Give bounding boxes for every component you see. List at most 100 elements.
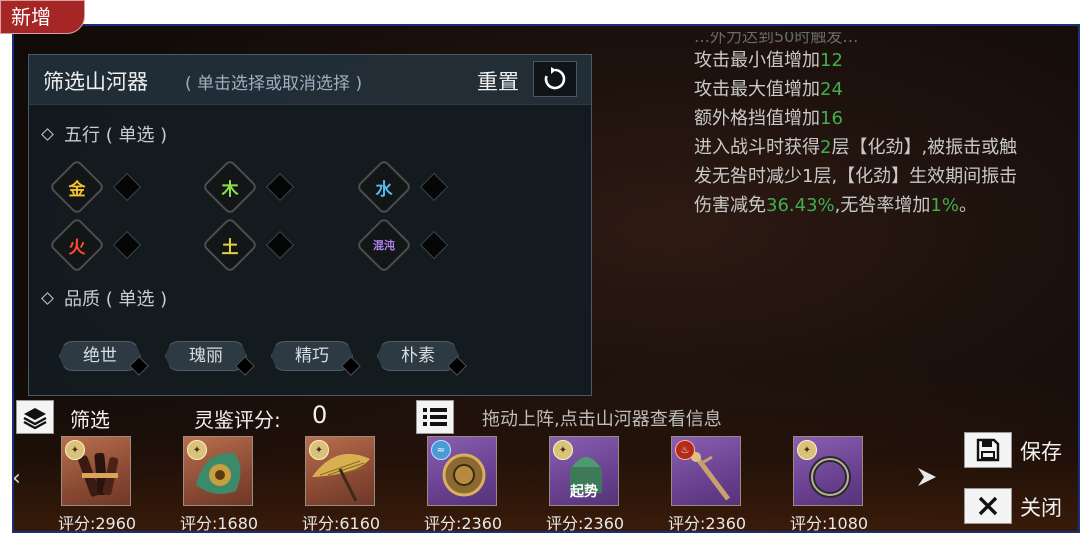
description-text: 发无咎时减少1层,【化劲】生效期间振击: [694, 166, 1018, 187]
description-cut-line: …外力达到50时触发…: [694, 32, 859, 46]
element-metal[interactable]: 金: [48, 158, 106, 216]
element-glyph: 木: [221, 179, 239, 200]
artifact-score: 评分:2360: [423, 514, 503, 533]
element-checkbox[interactable]: [112, 230, 142, 260]
description-value: 36.43%: [766, 195, 835, 216]
element-checkbox[interactable]: [265, 172, 295, 202]
filter-panel-header: 筛选山河器 ( 单击选择或取消选择 ) 重置: [29, 55, 591, 105]
artifact-item[interactable]: ♨ 评分:2360: [668, 436, 746, 531]
quality-section: 品质 ( 单选 ): [39, 285, 167, 311]
description-line: 伤害减免36.43%,无咎率增加1%。: [694, 191, 1078, 220]
reset-label[interactable]: 重置: [477, 66, 519, 96]
artifact-score: 评分:6160: [301, 514, 381, 533]
quality-label: 品质 ( 单选 ): [64, 289, 168, 310]
element-checkbox[interactable]: [419, 230, 449, 260]
element-badge-icon: ✦: [187, 440, 207, 460]
element-checkbox[interactable]: [419, 172, 449, 202]
artifact-item[interactable]: ✦ 评分:6160: [302, 436, 380, 531]
scroll-left-arrow-icon[interactable]: ‹: [14, 466, 21, 491]
description-line: 发无咎时减少1层,【化劲】生效期间振击: [694, 162, 1078, 191]
filter-button[interactable]: [16, 400, 54, 434]
artifact-tile[interactable]: ✦: [793, 436, 863, 506]
artifact-item[interactable]: ✦ 起势 评分:2360: [546, 436, 624, 531]
element-badge-icon: ✦: [309, 440, 329, 460]
description-value: 12: [820, 50, 843, 71]
close-button[interactable]: [964, 488, 1012, 524]
description-value: 24: [820, 79, 843, 100]
description-text: 额外格挡值增加: [694, 108, 820, 129]
description-line: 额外格挡值增加16: [694, 104, 1078, 133]
hint-text: 拖动上阵,点击山河器查看信息: [482, 409, 722, 430]
artifact-tile[interactable]: ✦: [305, 436, 375, 506]
element-glyph: 金: [68, 179, 86, 200]
score-label: 灵鉴评分:: [194, 408, 281, 432]
reset-button[interactable]: [533, 61, 577, 97]
filter-label[interactable]: 筛选: [70, 404, 110, 433]
artifact-score: 评分:1080: [789, 514, 869, 533]
artifact-tile[interactable]: ✦: [183, 436, 253, 506]
description-line: 攻击最大值增加24: [694, 75, 1078, 104]
reset-icon: [544, 67, 566, 90]
close-icon: [978, 496, 998, 516]
element-chaos[interactable]: 混沌: [355, 216, 413, 274]
scroll-right-arrow-icon[interactable]: [916, 466, 938, 488]
description-value: 1%: [930, 195, 959, 216]
element-badge-icon: ✦: [553, 440, 573, 460]
save-icon: [976, 438, 1000, 462]
element-earth[interactable]: 土: [201, 216, 259, 274]
filter-panel: 筛选山河器 ( 单击选择或取消选择 ) 重置 五行 ( 单选 ) 金 木 水 火…: [28, 54, 592, 396]
artifact-tile[interactable]: ✦ 起势: [549, 436, 619, 506]
element-glyph: 混沌: [373, 239, 395, 252]
artifact-item[interactable]: ✦ 评分:1080: [790, 436, 868, 531]
score-value: 0: [312, 401, 328, 429]
artifact-tag: 起势: [570, 484, 598, 500]
element-checkbox[interactable]: [112, 172, 142, 202]
element-badge-icon: ✦: [65, 440, 85, 460]
element-badge-icon: ✦: [797, 440, 817, 460]
artifact-tile[interactable]: ♨: [671, 436, 741, 506]
list-icon: [423, 408, 447, 426]
description-text: ,无咎率增加: [834, 195, 931, 216]
five-elements-section: 五行 ( 单选 ): [39, 121, 167, 147]
description-text: 攻击最小值增加: [694, 50, 820, 71]
close-label[interactable]: 关闭: [1020, 492, 1062, 522]
artifact-tile[interactable]: ✦: [61, 436, 131, 506]
description-line: 进入战斗时获得2层【化劲】,被振击或触: [694, 133, 1078, 162]
artifact-item[interactable]: ✦ 评分:1680: [180, 436, 258, 531]
game-screen: …外力达到50时触发… 攻击最小值增加12 攻击最大值增加24 额外格挡值增加1…: [12, 24, 1080, 533]
save-button[interactable]: [964, 432, 1012, 468]
description-text: 。: [958, 195, 977, 216]
filter-panel-title: 筛选山河器: [43, 70, 148, 94]
artifact-score: 评分:1680: [179, 514, 259, 533]
layers-icon: [23, 408, 47, 429]
element-badge-icon: ♨: [675, 440, 695, 460]
description-line: 攻击最小值增加12: [694, 46, 1078, 75]
list-button[interactable]: [416, 400, 454, 434]
description-text: 伤害减免: [694, 195, 766, 216]
diamond-bullet-icon: [41, 127, 54, 141]
artifact-score: 评分:2360: [545, 514, 625, 533]
description-text: 进入战斗时获得: [694, 137, 820, 158]
element-wood[interactable]: 木: [201, 158, 259, 216]
element-checkbox[interactable]: [265, 230, 295, 260]
description-text: 攻击最大值增加: [694, 79, 820, 100]
artifact-score: 评分:2960: [57, 514, 137, 533]
save-label[interactable]: 保存: [1020, 436, 1062, 466]
description-text: 层【化劲】,被振击或触: [831, 137, 1018, 158]
artifact-tile[interactable]: ≈: [427, 436, 497, 506]
diamond-bullet-icon: [41, 291, 54, 305]
artifact-score: 评分:2360: [667, 514, 747, 533]
artifact-item[interactable]: ≈ 评分:2360: [424, 436, 502, 531]
element-glyph: 火: [68, 237, 86, 258]
element-water[interactable]: 水: [355, 158, 413, 216]
five-elements-label: 五行 ( 单选 ): [64, 125, 168, 146]
item-description: …外力达到50时触发… 攻击最小值增加12 攻击最大值增加24 额外格挡值增加1…: [694, 32, 1078, 220]
element-glyph: 水: [375, 179, 393, 200]
new-badge: 新增: [0, 0, 85, 34]
element-glyph: 土: [221, 237, 239, 258]
description-value: 2: [820, 137, 832, 158]
element-fire[interactable]: 火: [48, 216, 106, 274]
description-value: 16: [820, 108, 843, 129]
control-row: 筛选 灵鉴评分: 0 拖动上阵,点击山河器查看信息: [14, 400, 1078, 436]
artifact-item[interactable]: ✦ 评分:2960: [58, 436, 136, 531]
